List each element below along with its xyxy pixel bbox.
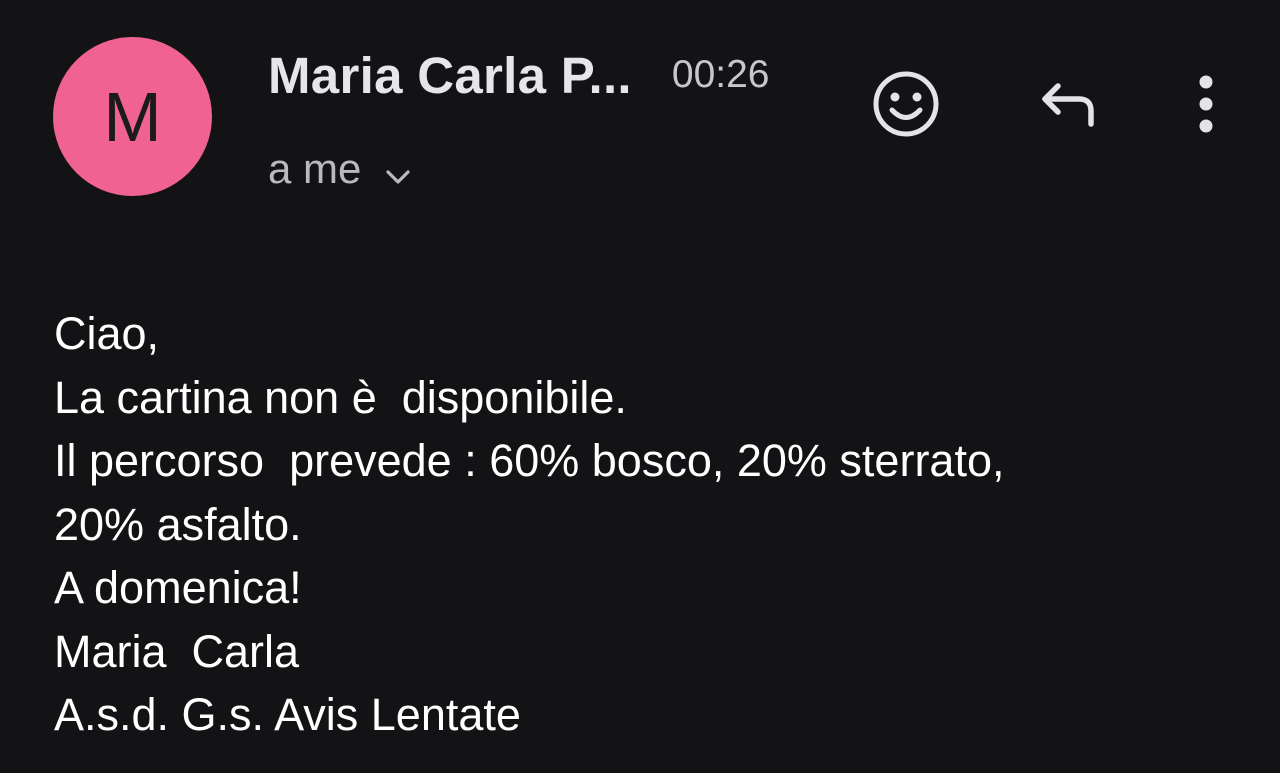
message-line: A domenica! <box>54 562 302 613</box>
message-line: A.s.d. G.s. Avis Lentate <box>54 689 521 740</box>
chevron-down-icon <box>383 154 413 184</box>
sender-avatar[interactable]: M <box>53 37 212 196</box>
message-line: Maria Carla <box>54 625 300 677</box>
recipient-toggle[interactable]: a me <box>268 141 413 197</box>
emoji-smile-icon <box>871 69 941 144</box>
message-line: La cartina non è disponibile. <box>54 371 627 423</box>
message-body: Ciao, La cartina non è disponibile. Il p… <box>54 302 1244 747</box>
sender-row: Maria Carla P... 00:26 <box>268 42 770 108</box>
reply-icon <box>1033 71 1099 142</box>
message-line: 20% asfalto. <box>54 498 302 550</box>
reply-button[interactable] <box>1022 62 1110 150</box>
message-line: Ciao, <box>54 308 160 359</box>
more-vert-icon <box>1194 72 1218 141</box>
add-reaction-button[interactable] <box>862 62 950 150</box>
message-time: 00:26 <box>671 53 770 96</box>
sender-name[interactable]: Maria Carla P... <box>268 46 632 105</box>
email-header: M Maria Carla P... 00:26 a me <box>0 0 1280 230</box>
recipient-label: a me <box>268 145 362 192</box>
message-line: Il percorso prevede : 60% bosco, 20% ste… <box>54 435 1005 486</box>
avatar-letter: M <box>103 77 162 156</box>
more-options-button[interactable] <box>1176 62 1236 150</box>
